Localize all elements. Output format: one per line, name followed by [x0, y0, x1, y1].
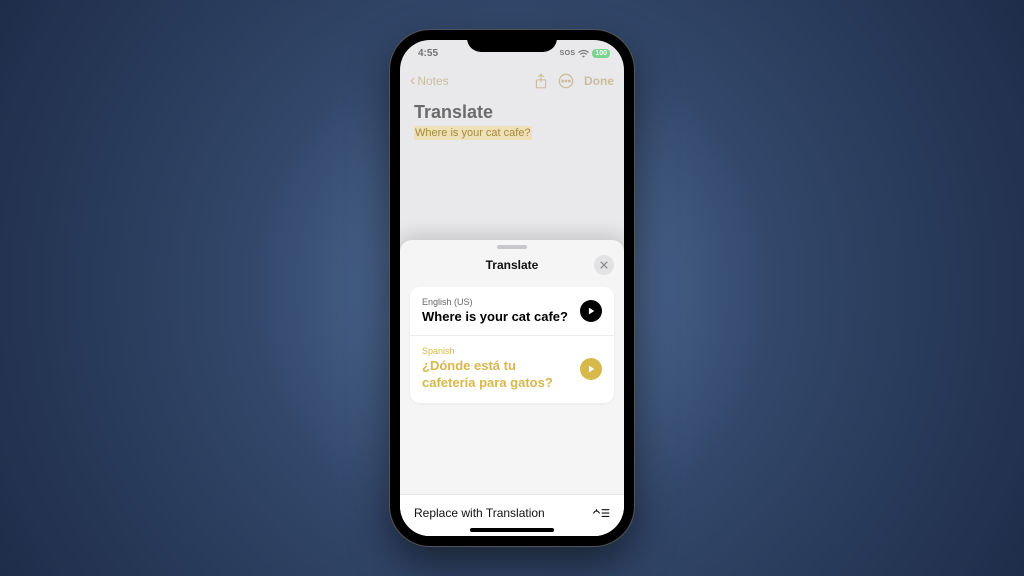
notch	[467, 30, 557, 52]
target-block: Spanish ¿Dónde está tu cafetería para ga…	[422, 346, 602, 391]
home-indicator[interactable]	[470, 528, 554, 532]
back-button[interactable]: ‹ Notes	[410, 73, 534, 89]
source-text: English (US) Where is your cat cafe?	[422, 297, 568, 325]
sheet-header: Translate	[400, 251, 624, 279]
sos-label: SOS	[560, 50, 576, 57]
target-text: Spanish ¿Dónde está tu cafetería para ga…	[422, 346, 572, 391]
play-target-button[interactable]	[580, 358, 602, 380]
source-lang: English (US)	[422, 297, 568, 307]
source-phrase: Where is your cat cafe?	[422, 309, 568, 325]
sheet-grabber[interactable]	[497, 245, 527, 249]
translation-card: English (US) Where is your cat cafe? Spa…	[410, 287, 614, 403]
note-title: Translate	[414, 102, 610, 123]
target-phrase: ¿Dónde está tu cafetería para gatos?	[422, 358, 572, 391]
screen: 4:55 SOS 100 ‹ Notes D	[400, 40, 624, 536]
share-icon[interactable]	[534, 73, 548, 89]
source-block: English (US) Where is your cat cafe?	[422, 297, 602, 325]
target-lang: Spanish	[422, 346, 572, 356]
iphone-frame: 4:55 SOS 100 ‹ Notes D	[390, 30, 634, 546]
battery-badge: 100	[592, 49, 610, 58]
more-icon[interactable]	[558, 73, 574, 89]
language-list-icon[interactable]	[592, 506, 610, 520]
replace-button[interactable]: Replace with Translation	[414, 506, 545, 520]
back-label: Notes	[417, 74, 448, 88]
status-time: 4:55	[418, 48, 438, 59]
status-right: SOS 100	[560, 49, 610, 58]
wifi-icon	[578, 49, 589, 58]
play-icon	[586, 364, 596, 374]
play-source-button[interactable]	[580, 300, 602, 322]
selected-text[interactable]: Where is your cat cafe?	[414, 126, 532, 140]
card-divider	[410, 335, 614, 336]
close-button[interactable]	[594, 255, 614, 275]
done-button[interactable]: Done	[584, 74, 614, 88]
nav-actions: Done	[534, 73, 614, 89]
translate-sheet: Translate English (US) Where is your cat…	[400, 240, 624, 536]
play-icon	[586, 306, 596, 316]
close-icon	[599, 260, 609, 270]
sheet-title: Translate	[486, 258, 539, 272]
chevron-left-icon: ‹	[410, 73, 415, 89]
nav-bar: ‹ Notes Done	[400, 66, 624, 96]
